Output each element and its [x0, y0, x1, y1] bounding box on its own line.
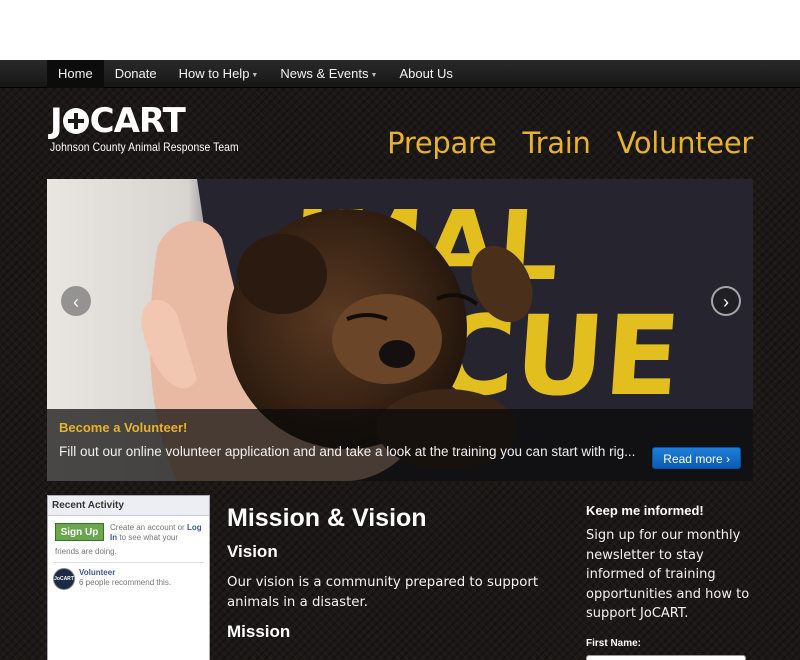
- nav-item-label: About Us: [399, 66, 453, 81]
- activity-link[interactable]: Volunteer: [79, 568, 171, 578]
- read-more-button[interactable]: Read more ›: [652, 447, 741, 469]
- medical-cross-icon: [62, 108, 89, 134]
- signup-note: Create an account or Log In to see what …: [104, 523, 203, 543]
- nav-item-label: Home: [58, 66, 93, 81]
- nav-menu: Home Donate How to Help ▼ News & Events ▼ Abou…: [47, 60, 464, 88]
- mission-heading: Mission: [227, 622, 291, 641]
- nav-item-about-us[interactable]: About Us: [388, 60, 463, 88]
- first-name-input[interactable]: [586, 654, 746, 660]
- tagline-volunteer[interactable]: Volunteer: [617, 126, 754, 160]
- tagline-train[interactable]: Train: [522, 126, 590, 160]
- page: Home Donate How to Help ▼ News & Events ▼ Abou…: [0, 60, 800, 660]
- nav-item-news-events[interactable]: News & Events ▼: [269, 60, 388, 88]
- newsletter-heading: Keep me informed!: [586, 503, 704, 518]
- first-name-label: First Name:: [586, 637, 642, 649]
- hero-caption: Become a Volunteer! Fill out our online …: [47, 409, 753, 481]
- signup-row: Sign Up Create an account or Log In to s…: [48, 516, 209, 547]
- jocart-badge-icon: JoCART: [53, 568, 75, 590]
- vision-text: Our vision is a community prepared to su…: [227, 575, 539, 610]
- widget-title: Recent Activity: [48, 496, 209, 516]
- tagline-prepare[interactable]: Prepare: [387, 126, 497, 160]
- signup-button[interactable]: Sign Up: [55, 523, 104, 541]
- signup-note-suffix: to see what your: [119, 533, 179, 542]
- logo-title: J CART: [50, 104, 269, 138]
- signup-note-text: Create an account or: [110, 523, 185, 532]
- carousel-prev-button[interactable]: ‹: [61, 286, 91, 316]
- nav-item-home[interactable]: Home: [47, 60, 104, 88]
- vision-heading: Vision: [227, 542, 278, 561]
- logo-title-left: J: [50, 101, 63, 141]
- hero-carousel: IMAL CUE ‹ › Become a Volunteer! Fill ou…: [47, 179, 753, 481]
- activity-description: 6 people recommend this.: [79, 578, 172, 587]
- friends-note: friends are doing.: [55, 547, 117, 556]
- nav-item-label: News & Events: [280, 66, 369, 81]
- site-logo[interactable]: J CART Johnson County Animal Response Te…: [50, 104, 269, 154]
- nav-item-label: How to Help: [178, 66, 250, 81]
- newsletter-text: Sign up for our monthly newsletter to st…: [586, 528, 750, 621]
- nav-item-donate[interactable]: Donate: [104, 60, 168, 88]
- nav-item-how-to-help[interactable]: How to Help ▼: [168, 60, 270, 88]
- logo-subtitle: Johnson County Animal Response Team: [50, 140, 239, 154]
- carousel-next-button[interactable]: ›: [711, 286, 741, 316]
- caret-down-icon: ▼: [251, 72, 259, 79]
- newsletter-signup: Keep me informed! Sign up for our monthl…: [586, 503, 764, 660]
- nav-item-label: Donate: [114, 66, 157, 81]
- tagline-links: Prepare Train Volunteer: [387, 126, 753, 160]
- main-content: Mission & Vision Vision Our vision is a …: [227, 501, 572, 643]
- top-navbar: Home Donate How to Help ▼ News & Events ▼ Abou…: [0, 60, 800, 88]
- recent-activity-widget: Recent Activity Sign Up Create an accoun…: [47, 495, 210, 660]
- caret-down-icon: ▼: [370, 72, 378, 79]
- activity-item: JoCART Volunteer 6 people recommend this…: [48, 563, 209, 595]
- caption-title: Become a Volunteer!: [59, 420, 188, 435]
- activity-text: Volunteer 6 people recommend this.: [75, 568, 171, 590]
- page-title: Mission & Vision: [227, 504, 427, 532]
- caption-text: Fill out our online volunteer applicatio…: [59, 444, 636, 459]
- logo-title-right: CART: [89, 101, 186, 141]
